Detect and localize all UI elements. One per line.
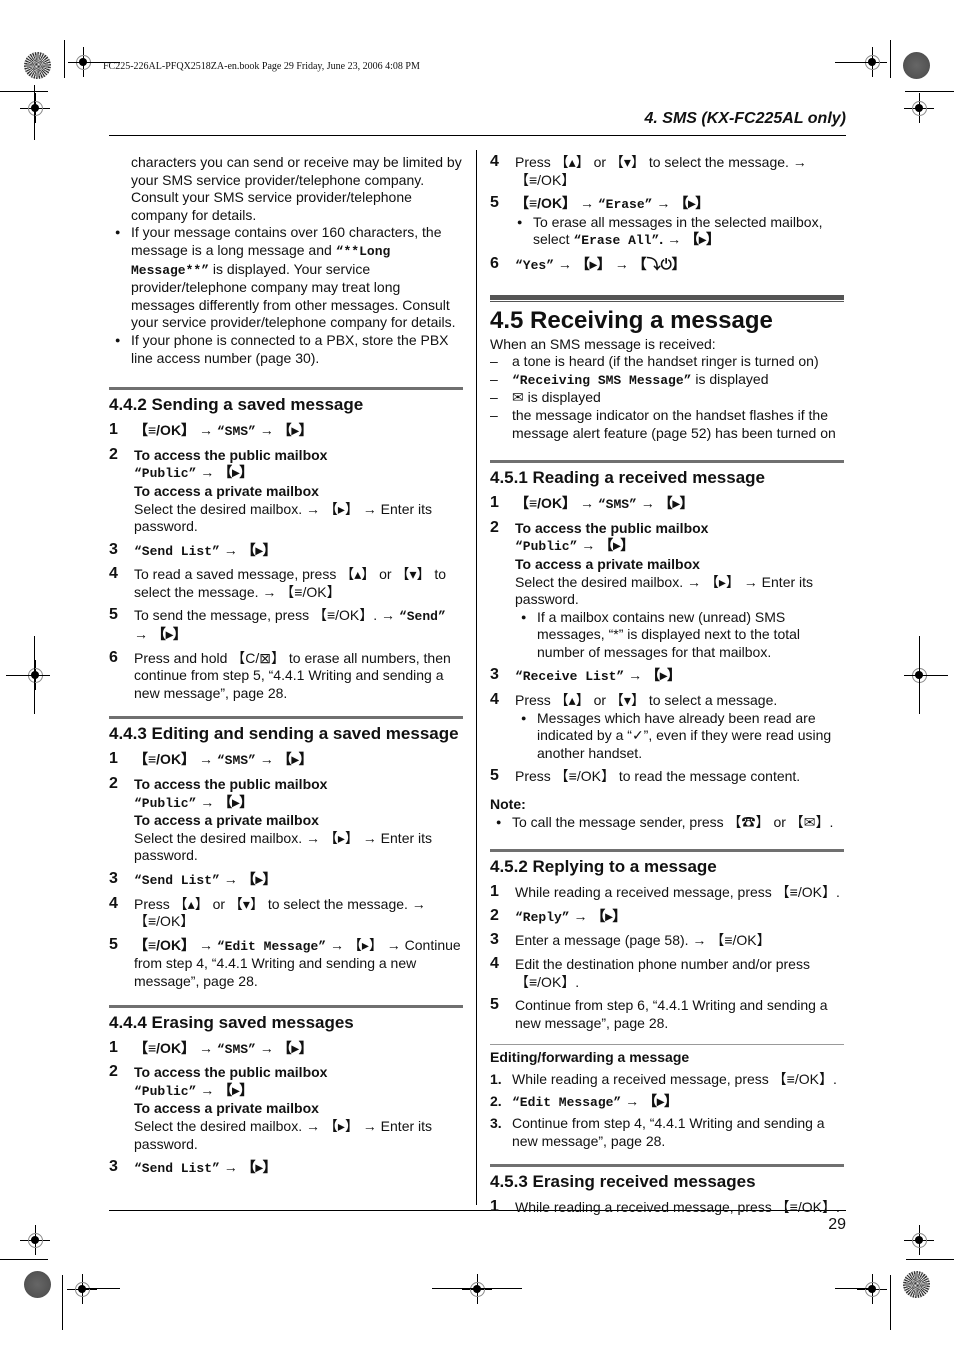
crop-mark xyxy=(62,1275,63,1330)
list-item: ✉ is displayed xyxy=(490,389,844,407)
crop-mark xyxy=(0,91,48,92)
registration-disc-bottom-right xyxy=(903,1271,930,1298)
ordered-step: 2. “Edit Message” → 【▸】 xyxy=(490,1092,679,1110)
registration-disc-top-right xyxy=(903,52,930,79)
step: 3 “Send List” → 【▸】 xyxy=(109,1158,277,1177)
bullet-erase-all: To erase all messages in the selected ma… xyxy=(511,214,844,250)
list-item: a tone is heard (if the handset ringer i… xyxy=(490,353,844,371)
registration-disc-top-left xyxy=(24,52,51,79)
crop-mark xyxy=(905,91,954,92)
envelope-icon: ✉ xyxy=(512,389,524,406)
step: 6 Press and hold 【C/⊠】 to erase all numbe… xyxy=(109,648,451,701)
step: 6 “Yes” → 【▸】 → 【⤵⏻】 xyxy=(490,254,686,273)
section-heading-4-5-3: 4.5.3 Erasing received messages xyxy=(490,1164,844,1193)
registration-disc-bottom-left xyxy=(24,1271,51,1298)
step: 1 【≡/OK】 → “SMS” → 【▸】 xyxy=(109,421,313,440)
crop-mark xyxy=(835,62,875,63)
left-column: characters you can send or receive may b… xyxy=(109,154,463,1178)
step: 4 Press 【▴】 or 【▾】 to select the message.… xyxy=(109,894,426,930)
receiving-intro: When an SMS message is received: xyxy=(490,335,716,352)
ordered-step: 1. While reading a received message, pres… xyxy=(490,1070,837,1087)
crop-mark xyxy=(835,1288,875,1289)
step: 3 “Send List” → 【▸】 xyxy=(109,540,277,559)
registration-mark xyxy=(904,1225,934,1255)
registration-mark xyxy=(20,93,50,123)
bullet-long-message: If your message contains over 160 charac… xyxy=(109,224,463,332)
crop-mark xyxy=(34,85,35,140)
step: 1 【≡/OK】 → “SMS” → 【▸】 xyxy=(490,494,694,513)
header-rule xyxy=(109,135,846,136)
crop-mark xyxy=(906,1259,954,1260)
step: 5 Press 【≡/OK】 to read the message conten… xyxy=(490,767,801,785)
section-heading-4-5-1: 4.5.1 Reading a received message xyxy=(490,460,844,489)
step: 1 【≡/OK】 → “SMS” → 【▸】 xyxy=(109,750,313,769)
crop-mark xyxy=(906,675,948,676)
running-header-title: 4. SMS (KX-FC225AL only) xyxy=(644,110,846,127)
crop-mark xyxy=(890,40,891,78)
crop-mark xyxy=(6,675,48,676)
step: 1 While reading a received message, press… xyxy=(490,883,840,901)
step: 4 Press 【▴】 or 【▾】 to select the message.… xyxy=(490,153,807,188)
step: 4 Edit the destination phone number and/o… xyxy=(490,955,810,990)
step: 2 To access the public mailbox “Public” → … xyxy=(490,519,844,662)
step: 4 To read a saved message, press 【▴】 or 【… xyxy=(109,565,447,600)
step: 3 Enter a message (page 58). → 【≡/OK】 xyxy=(490,931,771,949)
step: 5 To send the message, press 【≡/OK】. → “S… xyxy=(109,606,446,643)
step: 2 To access the public mailbox “Public” → … xyxy=(109,1063,433,1152)
list-item: the message indicator on the handset fla… xyxy=(490,407,844,442)
step: 5 Continue from step 6, “4.4.1 Writing an… xyxy=(490,996,828,1031)
list-item: “Receiving SMS Message” is displayed xyxy=(490,371,844,390)
section-heading-4-4-4: 4.4.4 Erasing saved messages xyxy=(109,1004,463,1034)
step: 5【≡/OK】 → “Erase” → 【▸】 To erase all mes… xyxy=(490,194,844,250)
note-bullet: To call the message sender, press 【☎】 or… xyxy=(490,814,844,832)
intro-paragraph: characters you can send or receive may b… xyxy=(131,154,462,223)
registration-mark xyxy=(857,1274,887,1304)
step: 3 “Send List” → 【▸】 xyxy=(109,870,277,888)
crop-mark xyxy=(890,1275,891,1330)
bullet-pbx: If your phone is connected to a PBX, sto… xyxy=(109,332,463,367)
step: 2 To access the public mailbox “Public” → … xyxy=(109,775,433,864)
section-heading-4-5: 4.5 Receiving a message xyxy=(490,294,844,336)
section-heading-4-4-2: 4.4.2 Sending a saved message xyxy=(109,387,463,416)
section-heading-4-5-2: 4.5.2 Replying to a message xyxy=(490,849,844,878)
step: 2 To access the public mailbox “Public” → … xyxy=(109,445,433,535)
print-header-line: FC225-226AL-PFQX2518ZA-en.book Page 29 F… xyxy=(103,61,420,72)
note-heading: Note: xyxy=(490,796,526,813)
crop-mark xyxy=(0,1259,48,1260)
registration-mark xyxy=(462,1274,492,1304)
registration-mark xyxy=(67,1274,97,1304)
ordered-step: 3. Continue from step 4, “4.4.1 Writing a… xyxy=(490,1115,825,1149)
registration-mark xyxy=(904,93,934,123)
column-divider xyxy=(476,150,477,1205)
step: 5 【≡/OK】 → “Edit Message” → 【▸】 → Continu… xyxy=(109,935,461,989)
page-number: 29 xyxy=(828,1216,846,1233)
subheading-editing-forwarding: Editing/forwarding a message xyxy=(490,1044,844,1067)
registration-mark xyxy=(20,1225,50,1255)
crop-mark xyxy=(64,40,65,78)
step: 4Press 【▴】 or 【▾】 to select a message.Me… xyxy=(490,691,844,762)
crop-mark xyxy=(432,1288,522,1289)
step: 1 While reading a received message, press… xyxy=(490,1198,840,1216)
crop-mark xyxy=(80,1288,120,1289)
section-heading-4-4-3: 4.4.3 Editing and sending a saved messag… xyxy=(109,716,463,745)
step: 3 “Receive List” → 【▸】 xyxy=(490,666,682,685)
right-column: 4 Press 【▴】 or 【▾】 to select the message.… xyxy=(490,153,844,1217)
step: 2 “Reply” → 【▸】 xyxy=(490,906,627,925)
step: 1 【≡/OK】 → “SMS” → 【▸】 xyxy=(109,1038,313,1057)
